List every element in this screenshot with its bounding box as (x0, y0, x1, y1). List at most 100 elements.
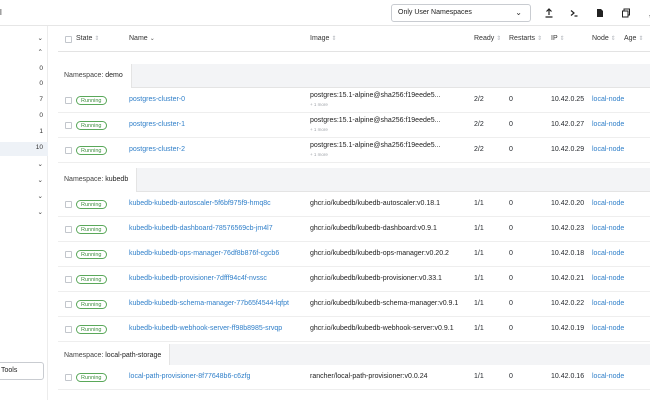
sort-icon: ⇕ (331, 36, 337, 42)
pod-image: rancher/local-path-provisioner:v0.0.24 (310, 373, 428, 380)
header-restarts[interactable]: Restarts ⇕ (509, 35, 542, 42)
row-checkbox[interactable] (65, 122, 72, 129)
pod-image: postgres:15.1-alpine@sha256:f19eede5... (310, 117, 441, 124)
table-row[interactable]: Running kubedb-kubedb-webhook-server-ff9… (58, 317, 650, 342)
sidebar-item[interactable]: ⌃ (0, 46, 48, 60)
sidebar-item[interactable]: 1 (0, 126, 48, 140)
pod-name-link[interactable]: local-path-provisioner-8f77648b6-c6zfg (129, 373, 250, 380)
header-ready[interactable]: Ready ⇕ (474, 35, 501, 42)
pod-ip: 10.42.0.21 (551, 275, 585, 282)
header-image[interactable]: Image ⇕ (310, 35, 337, 42)
row-checkbox[interactable] (65, 226, 72, 233)
row-checkbox[interactable] (65, 326, 72, 333)
table-row[interactable]: Running postgres-cluster-0 postgres:15.1… (58, 88, 650, 113)
pod-node-link[interactable]: local-node (592, 373, 624, 380)
table-row[interactable]: Running postgres-cluster-2 postgres:15.1… (58, 138, 650, 163)
sidebar-item[interactable]: ⌄ (0, 190, 48, 204)
upload-icon[interactable] (543, 7, 555, 19)
pod-restarts: 0 (509, 96, 513, 103)
pod-node-link[interactable]: local-node (592, 300, 624, 307)
namespace-filter-select[interactable]: Only User Namespaces ⌄ (391, 4, 531, 22)
pod-name-link[interactable]: kubedb-kubedb-schema-manager-77b65f4544-… (129, 300, 289, 307)
pod-ip: 10.42.0.23 (551, 225, 585, 232)
pod-ip: 10.42.0.27 (551, 121, 585, 128)
row-checkbox[interactable] (65, 374, 72, 381)
row-checkbox[interactable] (65, 276, 72, 283)
sidebar-item[interactable]: ⌄ (0, 174, 48, 188)
row-checkbox[interactable] (65, 97, 72, 104)
pod-restarts: 0 (509, 275, 513, 282)
pod-ip: 10.42.0.18 (551, 250, 585, 257)
pod-ready: 2/2 (474, 121, 484, 128)
header-name[interactable]: Name ⌄ (129, 35, 155, 42)
header-age[interactable]: Age ⇕ (624, 35, 644, 42)
table-row[interactable]: Running local-path-provisioner-8f77648b6… (58, 365, 650, 390)
sidebar-item[interactable]: 0 (0, 63, 48, 77)
row-checkbox[interactable] (65, 201, 72, 208)
pod-name-link[interactable]: kubedb-kubedb-provisioner-7dfff94c4f-nvs… (129, 275, 267, 282)
sidebar-item[interactable]: 0 (0, 78, 48, 92)
sort-desc-icon: ⌄ (149, 36, 155, 42)
tools-button[interactable]: Tools (0, 362, 44, 380)
sidebar-item[interactable]: ⌄ (0, 32, 48, 46)
row-checkbox[interactable] (65, 301, 72, 308)
sidebar-item[interactable]: 7 (0, 94, 48, 108)
pod-node-link[interactable]: local-node (592, 146, 624, 153)
pod-node-link[interactable]: local-node (592, 250, 624, 257)
pod-name-link[interactable]: kubedb-kubedb-dashboard-78576569cb-jm4l7 (129, 225, 273, 232)
pod-node-link[interactable]: local-node (592, 121, 624, 128)
table-row[interactable]: Running kubedb-kubedb-dashboard-78576569… (58, 217, 650, 242)
sidebar-item[interactable]: 0 (0, 110, 48, 124)
select-all-checkbox[interactable] (65, 36, 72, 43)
pod-image-more[interactable]: + 1 more (310, 102, 328, 107)
file-icon[interactable] (594, 7, 606, 19)
sidebar-count: 7 (39, 96, 43, 103)
sidebar-item[interactable]: ⌄ (0, 206, 48, 220)
status-badge: Running (76, 225, 107, 234)
pod-node-link[interactable]: local-node (592, 200, 624, 207)
more-icon[interactable]: , (644, 7, 650, 19)
status-badge: Running (76, 96, 107, 105)
sidebar-count: 0 (39, 112, 43, 119)
status-badge: Running (76, 300, 107, 309)
status-badge: Running (76, 200, 107, 209)
table-row[interactable]: Running kubedb-kubedb-ops-manager-76df8b… (58, 242, 650, 267)
pod-name-link[interactable]: kubedb-kubedb-ops-manager-76df8b876f-cgc… (129, 250, 279, 257)
copy-icon[interactable] (620, 7, 632, 19)
pod-name-link[interactable]: kubedb-kubedb-autoscaler-5f6bf975f9-hmq8… (129, 200, 271, 207)
pod-name-link[interactable]: kubedb-kubedb-webhook-server-ff98b8985-s… (129, 325, 282, 332)
pod-ready: 2/2 (474, 96, 484, 103)
status-badge: Running (76, 275, 107, 284)
sidebar-count: 10 (35, 144, 43, 151)
sort-icon: ⇕ (559, 36, 565, 42)
sidebar-item[interactable]: ⌄ (0, 158, 48, 172)
pod-image: ghcr.io/kubedb/kubedb-dashboard:v0.9.1 (310, 225, 437, 232)
pod-ready: 2/2 (474, 146, 484, 153)
status-badge: Running (76, 146, 107, 155)
sidebar-item-active[interactable]: 10 (0, 142, 48, 156)
table-row[interactable]: Running kubedb-kubedb-autoscaler-5f6bf97… (58, 192, 650, 217)
header-node[interactable]: Node ⇕ (592, 35, 616, 42)
pod-ip: 10.42.0.16 (551, 373, 585, 380)
pod-node-link[interactable]: local-node (592, 96, 624, 103)
pod-restarts: 0 (509, 200, 513, 207)
table-row[interactable]: Running kubedb-kubedb-schema-manager-77b… (58, 292, 650, 317)
table-row[interactable]: Running kubedb-kubedb-provisioner-7dfff9… (58, 267, 650, 292)
pod-node-link[interactable]: local-node (592, 225, 624, 232)
pod-name-link[interactable]: postgres-cluster-1 (129, 121, 185, 128)
pod-image: ghcr.io/kubedb/kubedb-ops-manager:v0.20.… (310, 250, 449, 257)
row-checkbox[interactable] (65, 147, 72, 154)
namespace-group-header: Namespace: kubedb (58, 168, 650, 192)
pod-image-more[interactable]: + 1 more (310, 152, 328, 157)
header-ip[interactable]: IP ⇕ (551, 35, 565, 42)
pod-name-link[interactable]: postgres-cluster-0 (129, 96, 185, 103)
pod-name-link[interactable]: postgres-cluster-2 (129, 146, 185, 153)
table-row[interactable]: Running postgres-cluster-1 postgres:15.1… (58, 113, 650, 138)
header-state[interactable]: State ⇕ (76, 35, 99, 42)
row-checkbox[interactable] (65, 251, 72, 258)
terminal-icon[interactable] (568, 7, 580, 19)
pod-image-more[interactable]: + 1 more (310, 127, 328, 132)
pod-node-link[interactable]: local-node (592, 275, 624, 282)
pod-node-link[interactable]: local-node (592, 325, 624, 332)
pod-ip: 10.42.0.20 (551, 200, 585, 207)
